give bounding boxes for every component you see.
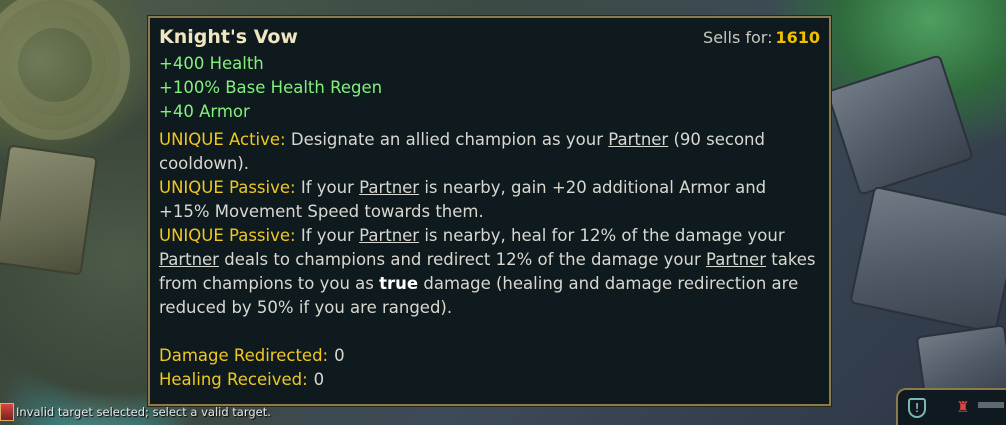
stat-health-regen: +100% Base Health Regen bbox=[159, 78, 383, 97]
description-text: from champions to you as bbox=[159, 274, 374, 293]
unique-active-description: UNIQUE Active: Designate an allied champ… bbox=[159, 128, 820, 176]
description-text: damage (healing and damage redirection a… bbox=[423, 274, 799, 293]
partner-link: Partner bbox=[359, 178, 420, 197]
damage-redirected-label: Damage Redirected: bbox=[159, 346, 329, 365]
description-text: +15% Movement Speed towards them. bbox=[159, 202, 484, 221]
unique-passive-label: UNIQUE Passive: bbox=[159, 226, 296, 245]
champion-badge-icon bbox=[0, 402, 14, 421]
sell-price: Sells for: 1610 bbox=[703, 23, 820, 53]
item-name: Knight's Vow bbox=[159, 26, 298, 48]
stat-armor: +40 Armor bbox=[159, 102, 250, 121]
item-stats: +400 Health +100% Base Health Regen +40 … bbox=[159, 52, 820, 124]
unique-passive-2-description: UNIQUE Passive: If your Partner is nearb… bbox=[159, 224, 820, 320]
map-rock bbox=[825, 54, 975, 196]
shield-icon[interactable]: ! bbox=[908, 398, 926, 418]
item-tooltip: Knight's Vow Sells for: 1610 +400 Health … bbox=[148, 16, 831, 406]
healing-received-value: 0 bbox=[313, 370, 325, 389]
description-text: If your bbox=[300, 226, 354, 245]
partner-link: Partner bbox=[359, 226, 420, 245]
map-rock bbox=[0, 144, 98, 276]
minimap-bar bbox=[978, 402, 1004, 408]
tower-icon: ♜ bbox=[956, 398, 970, 416]
minimap-corner[interactable]: ! ♜ bbox=[896, 388, 1006, 425]
description-text: If your bbox=[300, 178, 354, 197]
chat-message: Invalid target selected; select a valid … bbox=[16, 404, 271, 419]
description-text: reduced by 50% if you are ranged). bbox=[159, 298, 453, 317]
description-text: cooldown). bbox=[159, 154, 250, 173]
partner-link: Partner bbox=[706, 250, 766, 269]
chat-log: Invalid target selected; select a valid … bbox=[0, 398, 300, 425]
healing-received-label: Healing Received: bbox=[159, 370, 308, 389]
true-damage-keyword: true bbox=[379, 274, 419, 293]
description-text: deals to champions and redirect 12% of t… bbox=[224, 250, 701, 269]
damage-redirected-counter: Damage Redirected: 0 bbox=[159, 344, 820, 368]
sells-price: 1610 bbox=[775, 28, 820, 47]
description-text: (90 second bbox=[673, 130, 765, 149]
partner-link: Partner bbox=[608, 130, 669, 149]
tooltip-header: Knight's Vow Sells for: 1610 bbox=[159, 22, 820, 52]
unique-active-label: UNIQUE Active: bbox=[159, 130, 286, 149]
partner-link: Partner bbox=[159, 250, 219, 269]
map-rune-circle bbox=[0, 0, 130, 140]
damage-redirected-value: 0 bbox=[334, 346, 345, 365]
stat-health: +400 Health bbox=[159, 54, 264, 73]
healing-received-counter: Healing Received: 0 bbox=[159, 368, 820, 392]
unique-passive-label: UNIQUE Passive: bbox=[159, 178, 296, 197]
description-text: takes bbox=[771, 250, 816, 269]
unique-passive-1-description: UNIQUE Passive: If your Partner is nearb… bbox=[159, 176, 820, 224]
map-rock bbox=[849, 185, 1006, 335]
sells-label: Sells for: bbox=[703, 28, 773, 47]
description-text: is nearby, gain +20 additional Armor and bbox=[424, 178, 767, 197]
description-text: is nearby, heal for 12% of the damage yo… bbox=[424, 226, 785, 245]
description-text: Designate an allied champion as your bbox=[290, 130, 603, 149]
